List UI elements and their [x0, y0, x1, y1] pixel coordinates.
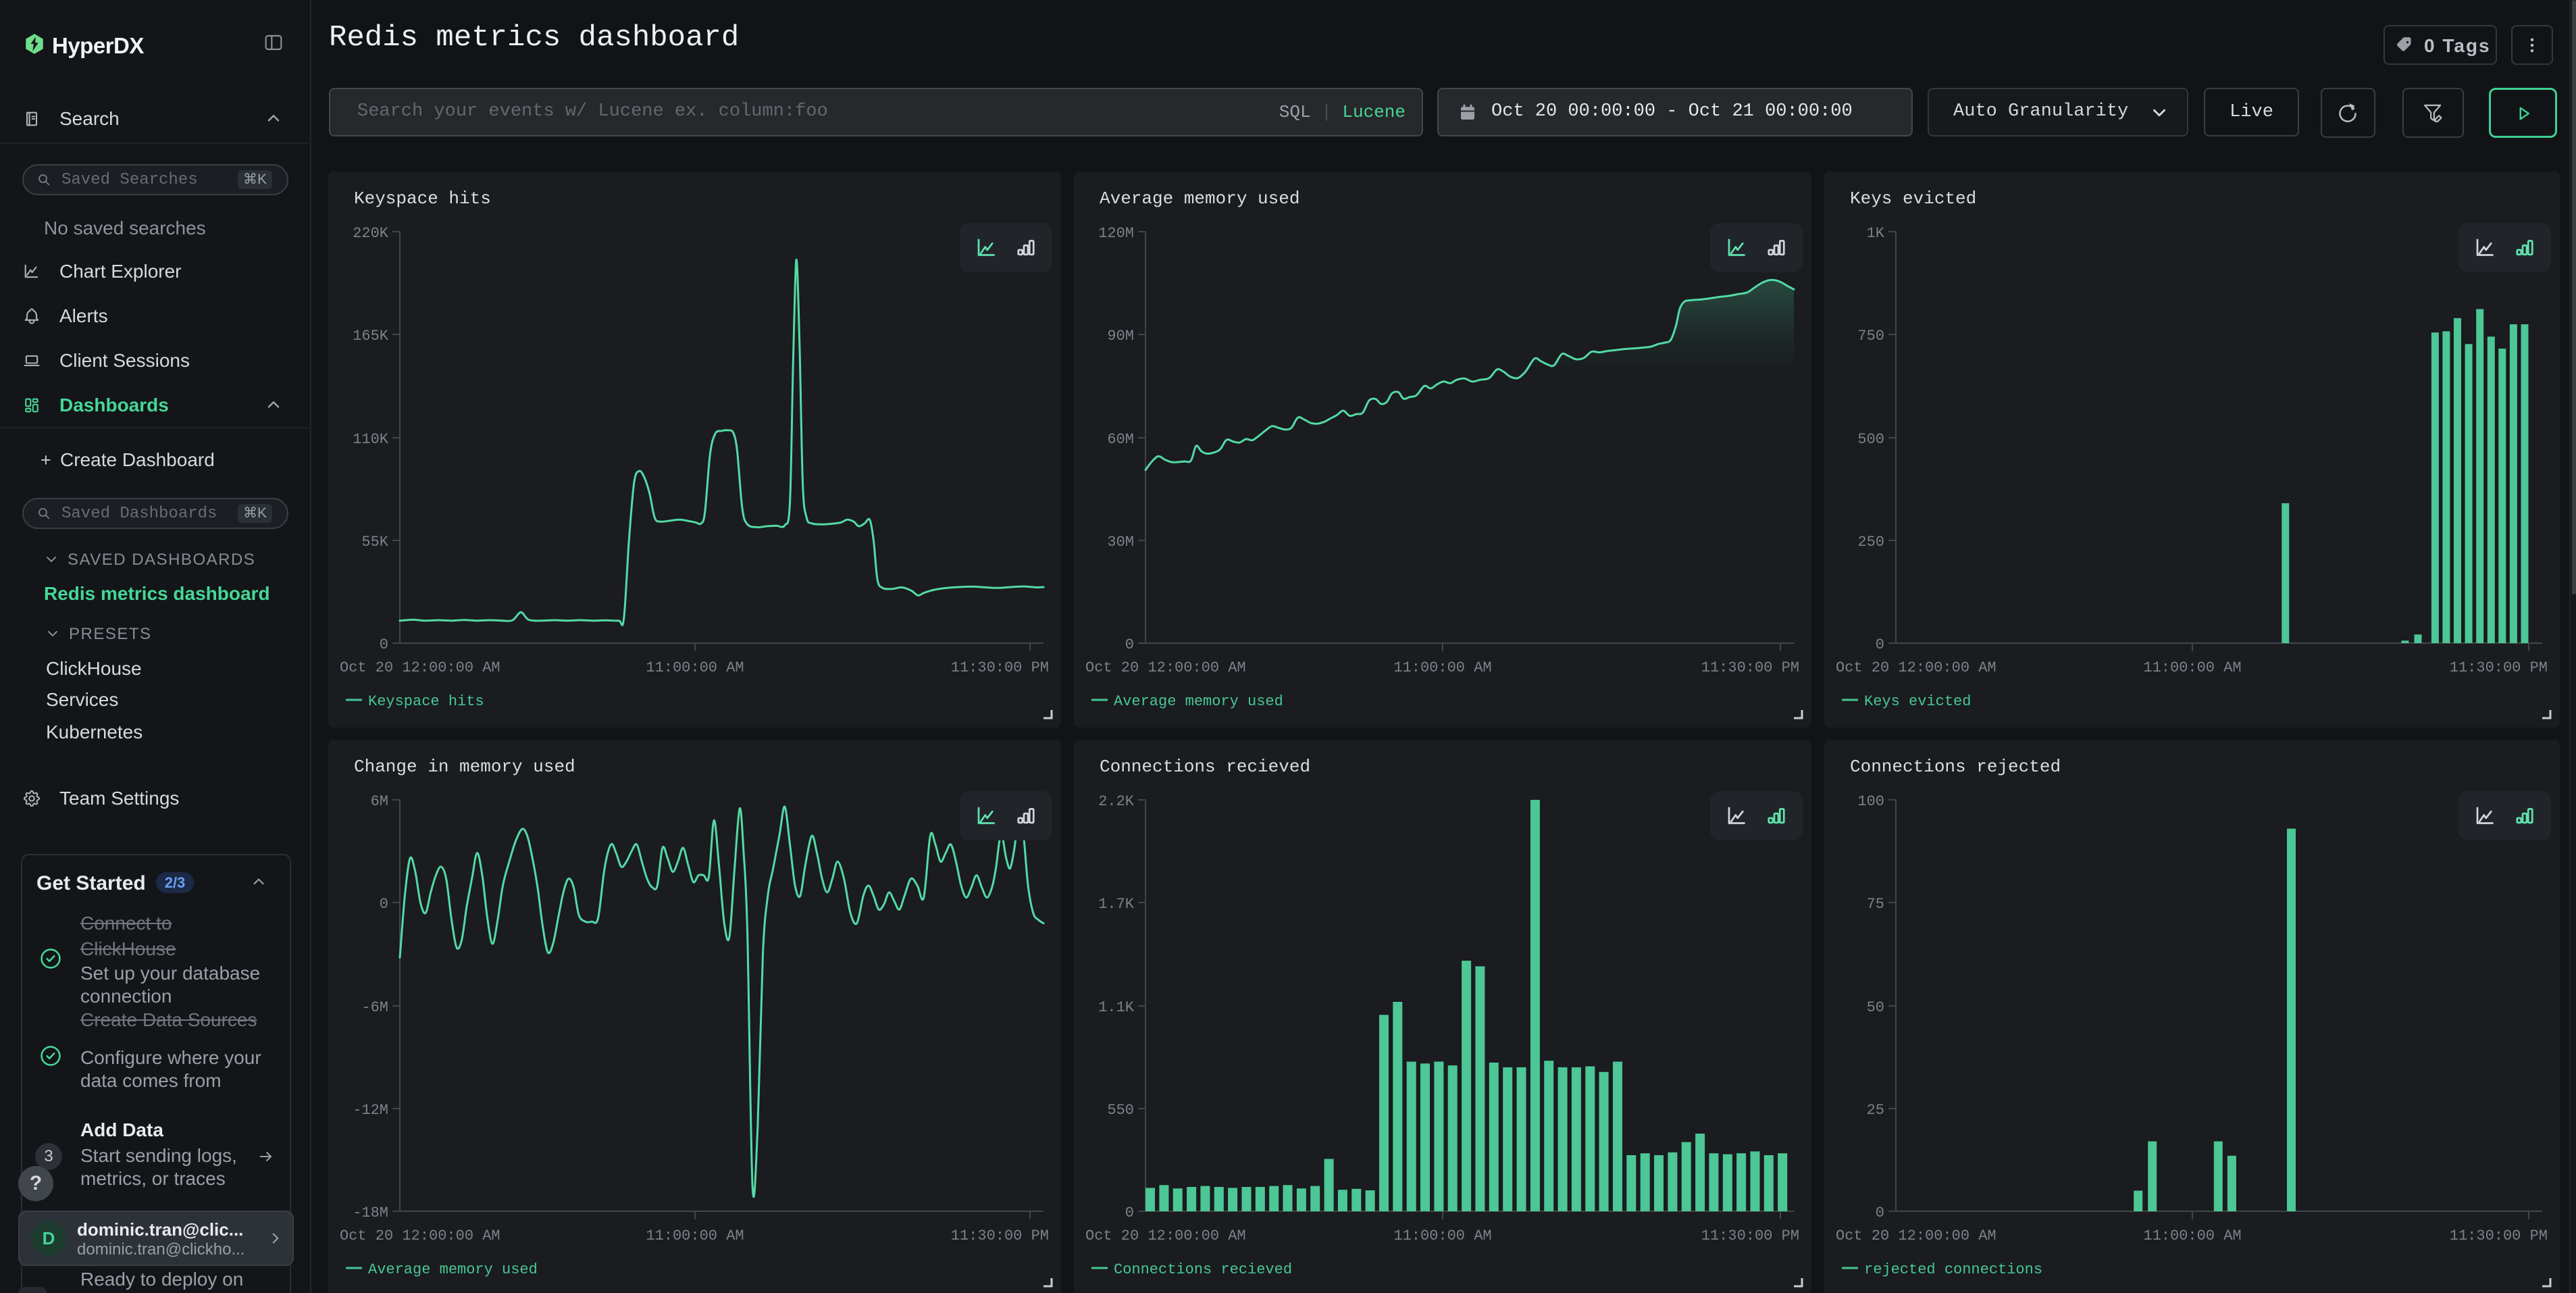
svg-text:11:00:00 AM: 11:00:00 AM	[1393, 1227, 1491, 1244]
svg-text:11:30:00 PM: 11:30:00 PM	[1701, 1227, 1799, 1244]
svg-text:11:00:00 AM: 11:00:00 AM	[1393, 659, 1491, 676]
svg-text:-18M: -18M	[353, 1205, 388, 1221]
svg-text:75: 75	[1867, 896, 1884, 913]
svg-text:Oct 20 12:00:00 AM: Oct 20 12:00:00 AM	[1836, 659, 1997, 676]
svg-text:Oct 20 12:00:00 AM: Oct 20 12:00:00 AM	[1085, 1227, 1246, 1244]
svg-text:Oct 20 12:00:00 AM: Oct 20 12:00:00 AM	[1085, 659, 1246, 676]
svg-text:1.1K: 1.1K	[1098, 999, 1135, 1016]
svg-text:2.2K: 2.2K	[1098, 793, 1135, 810]
svg-text:750: 750	[1857, 328, 1884, 345]
svg-text:Oct 20 12:00:00 AM: Oct 20 12:00:00 AM	[340, 1227, 500, 1244]
svg-text:Keyspace hits: Keyspace hits	[368, 693, 484, 710]
svg-text:11:30:00 PM: 11:30:00 PM	[951, 659, 1049, 676]
svg-text:11:00:00 AM: 11:00:00 AM	[646, 659, 744, 676]
svg-text:550: 550	[1107, 1102, 1134, 1119]
svg-text:30M: 30M	[1107, 534, 1134, 551]
svg-text:11:00:00 AM: 11:00:00 AM	[2143, 659, 2241, 676]
svg-text:Connections recieved: Connections recieved	[1114, 1261, 1292, 1278]
svg-text:0: 0	[1876, 636, 1884, 653]
svg-text:Oct 20 12:00:00 AM: Oct 20 12:00:00 AM	[1836, 1227, 1997, 1244]
svg-text:165K: 165K	[353, 328, 389, 345]
svg-text:55K: 55K	[361, 534, 388, 551]
svg-text:0: 0	[1125, 1205, 1134, 1221]
svg-text:11:30:00 PM: 11:30:00 PM	[2450, 1227, 2548, 1244]
svg-text:220K: 220K	[353, 225, 389, 242]
svg-text:60M: 60M	[1107, 431, 1134, 448]
svg-text:11:30:00 PM: 11:30:00 PM	[951, 1227, 1049, 1244]
svg-text:0: 0	[380, 636, 388, 653]
svg-text:1.7K: 1.7K	[1098, 896, 1135, 913]
svg-text:0: 0	[380, 896, 388, 913]
svg-text:Keys evicted: Keys evicted	[1864, 693, 1971, 710]
svg-text:500: 500	[1857, 431, 1884, 448]
svg-text:1K: 1K	[1867, 225, 1885, 242]
svg-text:-6M: -6M	[361, 999, 388, 1016]
svg-text:11:30:00 PM: 11:30:00 PM	[2450, 659, 2548, 676]
svg-text:11:30:00 PM: 11:30:00 PM	[1701, 659, 1799, 676]
svg-text:90M: 90M	[1107, 328, 1134, 345]
svg-text:0: 0	[1876, 1205, 1884, 1221]
svg-text:Oct 20 12:00:00 AM: Oct 20 12:00:00 AM	[340, 659, 500, 676]
svg-text:rejected connections: rejected connections	[1864, 1261, 2042, 1278]
svg-text:Average memory used: Average memory used	[368, 1261, 538, 1278]
svg-text:11:00:00 AM: 11:00:00 AM	[2143, 1227, 2241, 1244]
svg-text:-12M: -12M	[353, 1102, 388, 1119]
svg-text:50: 50	[1867, 999, 1884, 1016]
svg-text:Average memory used: Average memory used	[1114, 693, 1283, 710]
svg-text:6M: 6M	[371, 793, 388, 810]
svg-text:11:00:00 AM: 11:00:00 AM	[646, 1227, 744, 1244]
svg-text:250: 250	[1857, 534, 1884, 551]
svg-text:110K: 110K	[353, 431, 389, 448]
svg-text:25: 25	[1867, 1102, 1884, 1119]
svg-text:100: 100	[1857, 793, 1884, 810]
svg-text:0: 0	[1125, 636, 1134, 653]
svg-text:120M: 120M	[1098, 225, 1134, 242]
